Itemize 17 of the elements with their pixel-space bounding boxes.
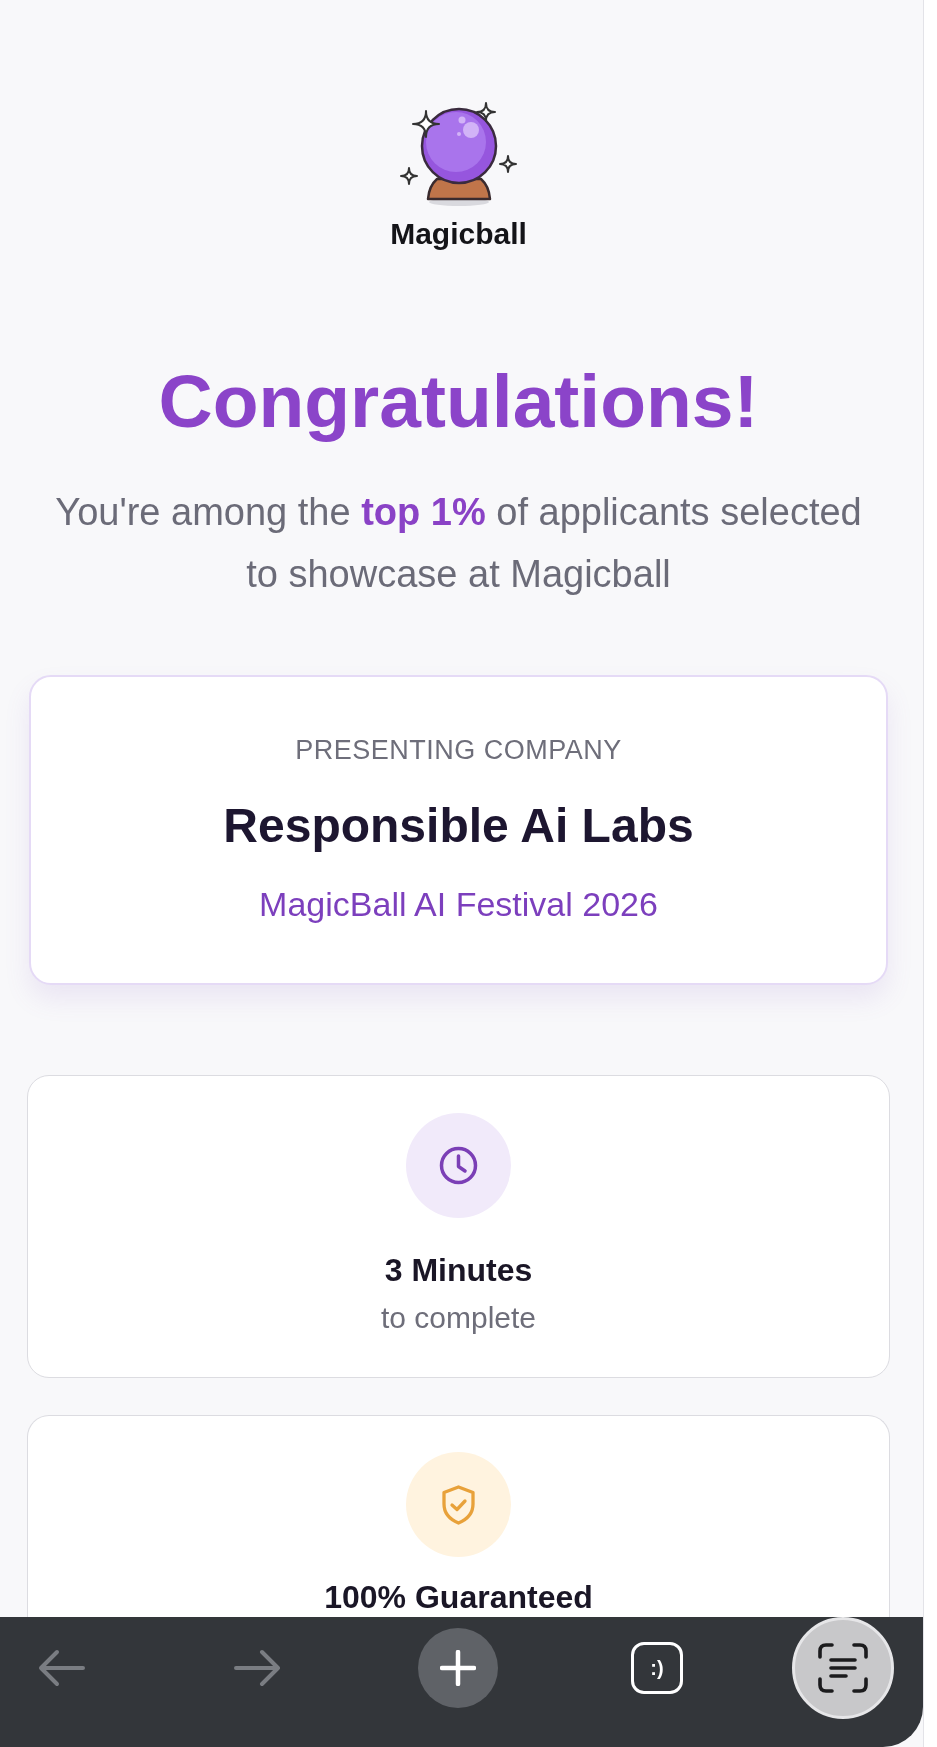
info-subtitle: to complete [380, 1300, 537, 1336]
scan-icon [818, 1643, 868, 1693]
subtitle-text: You're among the top 1% of applicants selected to showcase at Magicball [54, 490, 863, 597]
arrow-left-icon [37, 1649, 85, 1687]
info-title: 3 Minutes [384, 1251, 533, 1290]
congratulations-heading: Congratulations! [158, 358, 759, 445]
tabs-button[interactable]: :) [631, 1642, 683, 1694]
event-name: MagicBall AI Festival 2026 [258, 884, 659, 925]
brand-name: Magicball [390, 216, 527, 252]
info-title: 100% Guaranteed [324, 1578, 593, 1617]
card-label: PRESENTING COMPANY [294, 734, 623, 767]
clock-icon [406, 1113, 511, 1218]
crystal-ball-icon [397, 100, 520, 208]
company-name: Responsible Ai Labs [222, 798, 695, 854]
shield-check-icon [406, 1452, 511, 1557]
plus-icon [440, 1650, 476, 1686]
arrow-right-icon [234, 1649, 282, 1687]
